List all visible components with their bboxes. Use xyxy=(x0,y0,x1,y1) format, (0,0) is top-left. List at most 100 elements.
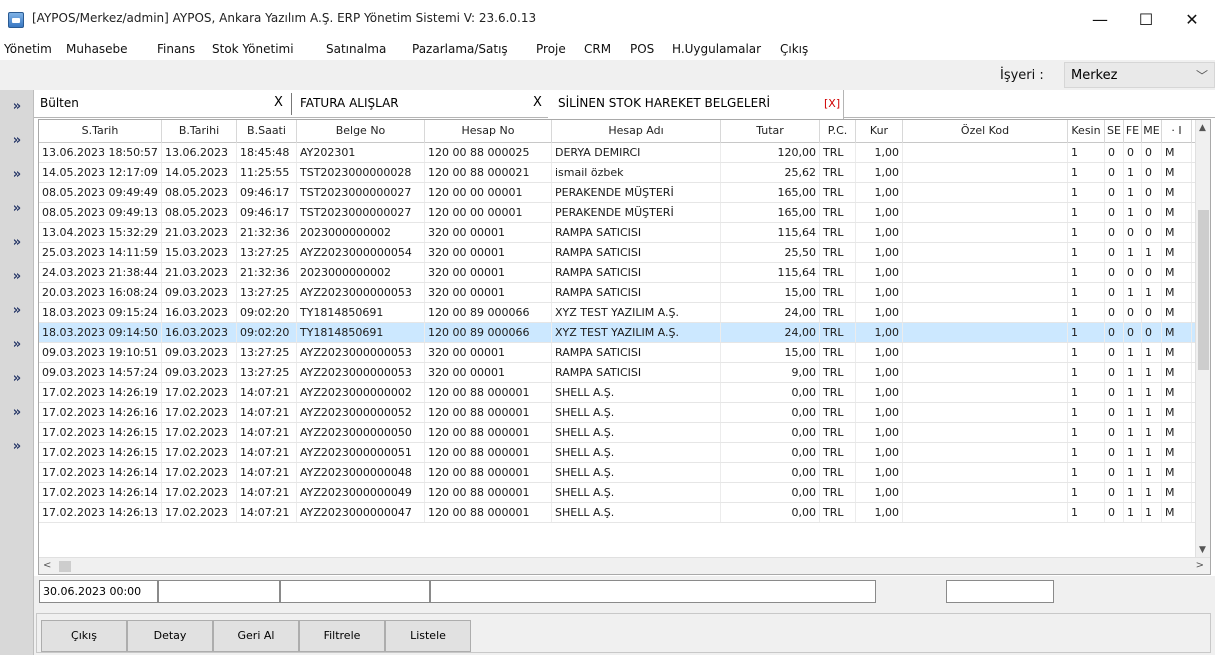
column-header[interactable]: B.Saati xyxy=(237,120,297,143)
menu-cikis[interactable]: Çıkış xyxy=(780,42,808,56)
column-header[interactable]: Kesin xyxy=(1068,120,1105,143)
menu-yonetim[interactable]: Yönetim xyxy=(4,42,52,56)
menu-pazarlama-satis[interactable]: Pazarlama/Satış xyxy=(412,42,508,56)
table-cell: 0 xyxy=(1105,403,1124,422)
tab-bulten[interactable]: Bülten X xyxy=(34,90,294,118)
table-cell: 1 xyxy=(1142,443,1162,462)
table-row[interactable]: 13.06.2023 18:50:57 13.06.2023 18:45:48 AY2… xyxy=(39,143,1196,163)
column-header[interactable]: B.Tarihi xyxy=(162,120,237,143)
tab-close-button[interactable]: X xyxy=(274,95,283,110)
table-cell: 0,00 xyxy=(721,423,820,442)
column-header[interactable]: Özel Kod xyxy=(903,120,1068,143)
tab-silinen-stok-hareket-belgeleri[interactable]: SİLİNEN STOK HAREKET BELGELERİ [X] xyxy=(548,90,844,119)
undo-button[interactable]: Geri Al xyxy=(213,620,299,652)
column-header[interactable]: P.C. xyxy=(820,120,856,143)
list-button[interactable]: Listele xyxy=(385,620,471,652)
table-row[interactable]: 17.02.2023 14:26:13 17.02.2023 14:07:21 AYZ… xyxy=(39,503,1196,523)
tab-close-button[interactable]: [X] xyxy=(824,97,840,110)
table-row[interactable]: 08.05.2023 09:49:49 08.05.2023 09:46:17 TST… xyxy=(39,183,1196,203)
table-cell: TRL xyxy=(820,323,856,342)
expand-panel-button[interactable]: » xyxy=(2,94,32,120)
filter-input[interactable] xyxy=(158,580,280,603)
expand-panel-button[interactable]: » xyxy=(2,332,32,358)
table-cell: 0 xyxy=(1105,443,1124,462)
scroll-down-icon[interactable]: ▼ xyxy=(1199,545,1206,555)
menu-h-uygulamalar[interactable]: H.Uygulamalar xyxy=(672,42,761,56)
expand-panel-button[interactable]: » xyxy=(2,434,32,460)
menu-crm[interactable]: CRM xyxy=(584,42,611,56)
filter-input[interactable] xyxy=(280,580,430,603)
filter-button[interactable]: Filtrele xyxy=(299,620,385,652)
workplace-select[interactable]: Merkez ﹀ xyxy=(1064,62,1215,88)
menu-pos[interactable]: POS xyxy=(630,42,654,56)
expand-panel-button[interactable]: » xyxy=(2,298,32,324)
column-header[interactable]: Hesap Adı xyxy=(552,120,721,143)
table-cell: 0 xyxy=(1142,183,1162,202)
expand-panel-button[interactable]: » xyxy=(2,400,32,426)
exit-button[interactable]: Çıkış xyxy=(41,620,127,652)
table-cell: 17.02.2023 xyxy=(162,483,237,502)
table-cell: 120,00 xyxy=(721,143,820,162)
table-row[interactable]: 09.03.2023 14:57:24 09.03.2023 13:27:25 AYZ… xyxy=(39,363,1196,383)
menu-muhasebe[interactable]: Muhasebe xyxy=(66,42,128,56)
table-row[interactable]: 17.02.2023 14:26:14 17.02.2023 14:07:21 AYZ… xyxy=(39,463,1196,483)
expand-panel-button[interactable]: » xyxy=(2,128,32,154)
menu-proje[interactable]: Proje xyxy=(536,42,566,56)
scroll-left-icon[interactable]: < xyxy=(43,560,51,571)
column-header[interactable]: Belge No xyxy=(297,120,425,143)
maximize-button[interactable]: ☐ xyxy=(1123,4,1169,34)
column-header[interactable]: ME xyxy=(1142,120,1162,143)
scroll-thumb[interactable] xyxy=(59,561,71,572)
filter-input[interactable] xyxy=(946,580,1054,603)
table-cell: 2023000000002 xyxy=(297,223,425,242)
column-header[interactable]: FE xyxy=(1124,120,1142,143)
vertical-scrollbar[interactable]: ▲ ▼ xyxy=(1195,120,1210,558)
table-row[interactable]: 09.03.2023 19:10:51 09.03.2023 13:27:25 AYZ… xyxy=(39,343,1196,363)
expand-panel-button[interactable]: » xyxy=(2,162,32,188)
table-cell: 320 00 00001 xyxy=(425,363,552,382)
expand-panel-button[interactable]: » xyxy=(2,366,32,392)
table-row[interactable]: 17.02.2023 14:26:15 17.02.2023 14:07:21 AYZ… xyxy=(39,443,1196,463)
data-grid[interactable]: S.Tarih B.Tarihi B.Saati Belge No Hesap No He… xyxy=(38,119,1211,575)
table-row[interactable]: 08.05.2023 09:49:13 08.05.2023 09:46:17 TST… xyxy=(39,203,1196,223)
table-cell: 13.06.2023 18:50:57 xyxy=(39,143,162,162)
table-row[interactable]: 17.02.2023 14:26:14 17.02.2023 14:07:21 AYZ… xyxy=(39,483,1196,503)
filter-input[interactable] xyxy=(430,580,876,603)
detail-button[interactable]: Detay xyxy=(127,620,213,652)
table-row[interactable]: 25.03.2023 14:11:59 15.03.2023 13:27:25 AYZ… xyxy=(39,243,1196,263)
expand-panel-button[interactable]: » xyxy=(2,264,32,290)
table-cell: TRL xyxy=(820,143,856,162)
column-header[interactable]: Tutar xyxy=(721,120,820,143)
tab-close-button[interactable]: X xyxy=(533,95,542,110)
scroll-thumb[interactable] xyxy=(1198,210,1209,370)
menu-bar: Yönetim Muhasebe Finans Stok Yönetimi Sa… xyxy=(0,38,1215,60)
scroll-up-icon[interactable]: ▲ xyxy=(1199,123,1206,133)
minimize-button[interactable]: — xyxy=(1077,4,1123,34)
table-row[interactable]: 17.02.2023 14:26:16 17.02.2023 14:07:21 AYZ… xyxy=(39,403,1196,423)
table-cell: 120 00 88 000001 xyxy=(425,423,552,442)
table-cell: RAMPA SATICISI xyxy=(552,263,721,282)
table-row[interactable]: 24.03.2023 21:38:44 21.03.2023 21:32:36 202… xyxy=(39,263,1196,283)
close-window-button[interactable]: ✕ xyxy=(1169,4,1215,34)
date-filter-input[interactable]: 30.06.2023 00:00 xyxy=(39,580,158,603)
table-row[interactable]: 14.05.2023 12:17:09 14.05.2023 11:25:55 TST… xyxy=(39,163,1196,183)
horizontal-scrollbar[interactable]: < > xyxy=(39,557,1210,574)
column-header[interactable]: Kur xyxy=(856,120,903,143)
menu-finans[interactable]: Finans xyxy=(157,42,195,56)
table-row[interactable]: 17.02.2023 14:26:19 17.02.2023 14:07:21 AYZ… xyxy=(39,383,1196,403)
table-row[interactable]: 13.04.2023 15:32:29 21.03.2023 21:32:36 202… xyxy=(39,223,1196,243)
menu-stok-yonetimi[interactable]: Stok Yönetimi xyxy=(212,42,294,56)
table-row[interactable]: 17.02.2023 14:26:15 17.02.2023 14:07:21 AYZ… xyxy=(39,423,1196,443)
table-row[interactable]: 18.03.2023 09:14:50 16.03.2023 09:02:20 TY1… xyxy=(39,323,1196,343)
expand-panel-button[interactable]: » xyxy=(2,230,32,256)
column-header[interactable]: Hesap No xyxy=(425,120,552,143)
table-row[interactable]: 18.03.2023 09:15:24 16.03.2023 09:02:20 TY1… xyxy=(39,303,1196,323)
tab-fatura-alislar[interactable]: FATURA ALIŞLAR X xyxy=(296,90,546,118)
table-row[interactable]: 20.03.2023 16:08:24 09.03.2023 13:27:25 AYZ… xyxy=(39,283,1196,303)
column-header[interactable]: S.Tarih xyxy=(39,120,162,143)
scroll-right-icon[interactable]: > xyxy=(1196,560,1204,571)
menu-satinalma[interactable]: Satınalma xyxy=(326,42,386,56)
expand-panel-button[interactable]: » xyxy=(2,196,32,222)
column-header[interactable]: SE xyxy=(1105,120,1124,143)
column-header[interactable]: · I xyxy=(1162,120,1192,143)
